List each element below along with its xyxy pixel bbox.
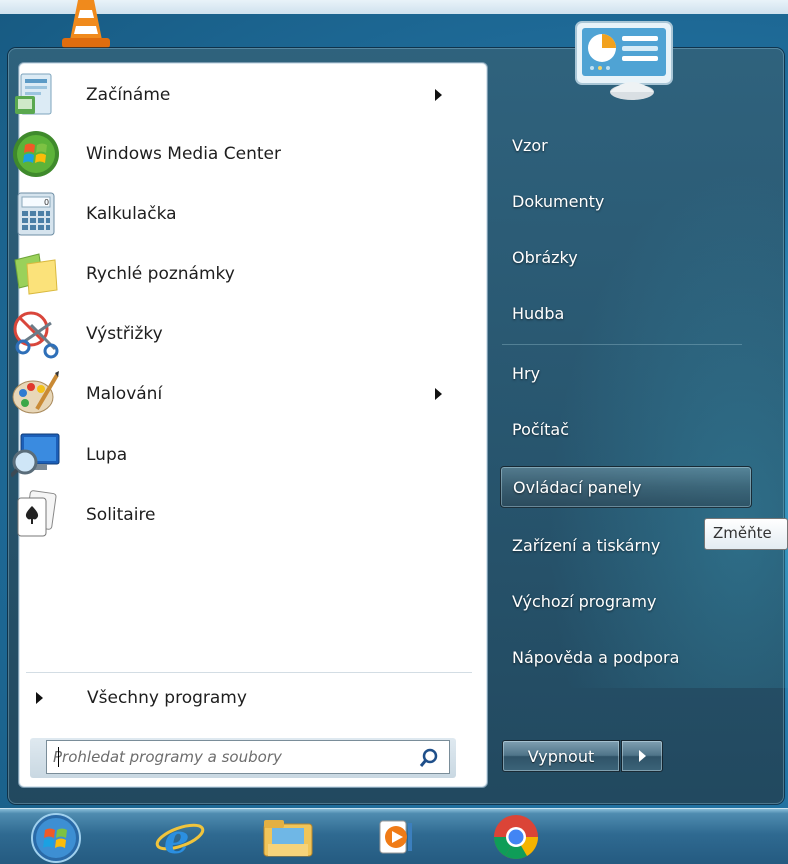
right-item-label: Hry: [512, 363, 541, 383]
program-item-snipping-tool[interactable]: Výstřižky: [10, 307, 466, 361]
vlc-icon: [62, 0, 110, 48]
search-input[interactable]: [53, 742, 403, 772]
solitaire-icon: [17, 490, 57, 537]
tooltip: Změňte: [704, 518, 788, 550]
paint-icon: [12, 371, 59, 414]
right-item-pictures[interactable]: Obrázky: [500, 236, 752, 278]
program-label: Kalkulačka: [86, 204, 177, 224]
right-item-label: Nápověda a podpora: [512, 647, 680, 667]
chrome-icon: [494, 815, 538, 859]
right-item-music[interactable]: Hudba: [500, 292, 752, 334]
right-item-computer[interactable]: Počítač: [500, 408, 752, 450]
right-item-documents[interactable]: Dokumenty: [500, 180, 752, 222]
program-item-getting-started[interactable]: Začínáme: [10, 68, 466, 122]
start-button[interactable]: [24, 810, 88, 864]
file-explorer-icon: [263, 820, 313, 857]
taskbar-file-explorer[interactable]: [256, 810, 320, 864]
program-label: Lupa: [86, 445, 128, 465]
svg-text:e: e: [164, 816, 189, 861]
windows-media-center-icon: [13, 131, 59, 177]
right-item-label: Vzor: [512, 135, 548, 155]
internet-explorer-icon: e: [155, 816, 205, 861]
calculator-icon: 0: [17, 192, 55, 236]
program-item-sticky-notes[interactable]: Rychlé poznámky: [10, 247, 466, 301]
divider: [26, 672, 472, 673]
search-icon[interactable]: [419, 748, 439, 768]
right-item-help-and-support[interactable]: Nápověda a podpora: [500, 636, 752, 678]
right-item-control-panel[interactable]: Ovládací panely: [500, 466, 752, 508]
svg-text:0: 0: [44, 198, 49, 207]
sticky-notes-icon: [14, 253, 58, 295]
program-label: Solitaire: [86, 505, 156, 525]
program-label: Malování: [86, 384, 163, 404]
program-label: Výstřižky: [86, 324, 163, 344]
program-item-paint[interactable]: Malování: [10, 367, 466, 421]
text-caret: [58, 747, 59, 767]
magnifier-icon: [11, 433, 60, 478]
taskbar-media-player[interactable]: [366, 810, 430, 864]
snipping-tool-icon: [13, 311, 59, 359]
submenu-arrow-icon[interactable]: [435, 388, 442, 400]
shutdown-button[interactable]: Vypnout: [502, 740, 620, 772]
right-item-label: Počítač: [512, 419, 569, 439]
desktop-top-strip: [0, 0, 788, 14]
right-item-label: Zařízení a tiskárny: [512, 535, 661, 555]
arrow-right-icon: [638, 750, 646, 762]
all-programs-label: Všechny programy: [87, 688, 247, 708]
program-item-magnifier[interactable]: Lupa: [10, 428, 466, 482]
right-item-vzor[interactable]: Vzor: [500, 124, 752, 166]
program-item-solitaire[interactable]: Solitaire: [10, 488, 466, 542]
right-item-games[interactable]: Hry: [500, 352, 752, 394]
right-item-label: Dokumenty: [512, 191, 605, 211]
taskbar-chrome[interactable]: [484, 810, 548, 864]
taskbar-internet-explorer[interactable]: e: [148, 810, 212, 864]
program-item-calculator[interactable]: 0 Kalkulačka: [10, 187, 466, 241]
program-item-windows-media-center[interactable]: Windows Media Center: [10, 127, 466, 181]
right-item-label: Ovládací panely: [513, 477, 642, 497]
arrow-right-icon: [36, 692, 43, 704]
program-label: Rychlé poznámky: [86, 264, 235, 284]
right-item-label: Hudba: [512, 303, 565, 323]
user-picture-icon[interactable]: [574, 20, 686, 100]
program-label: Začínáme: [86, 85, 171, 105]
right-item-label: Výchozí programy: [512, 591, 657, 611]
media-player-icon: [379, 820, 412, 854]
right-item-default-programs[interactable]: Výchozí programy: [500, 580, 752, 622]
program-label: Windows Media Center: [86, 144, 281, 164]
search-box[interactable]: [46, 740, 450, 774]
submenu-arrow-icon[interactable]: [435, 89, 442, 101]
start-orb-icon: [31, 813, 81, 863]
divider: [502, 344, 742, 345]
all-programs-button[interactable]: Všechny programy: [26, 680, 466, 716]
shutdown-options-button[interactable]: [621, 740, 663, 772]
right-item-label: Obrázky: [512, 247, 578, 267]
getting-started-icon: [15, 73, 52, 115]
